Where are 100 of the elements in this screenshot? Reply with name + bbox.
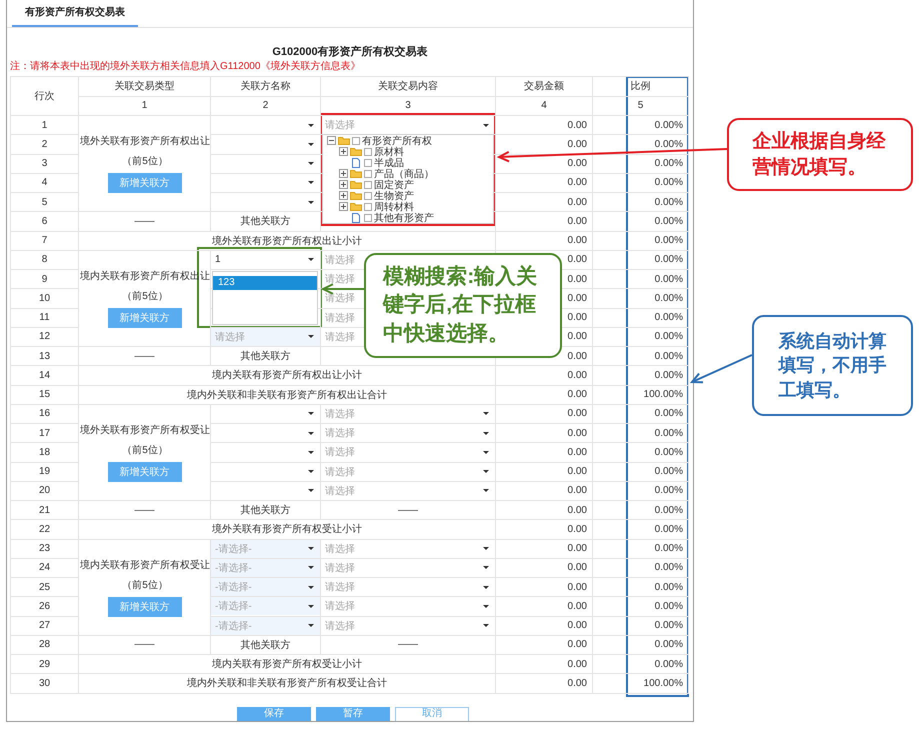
add-party-button[interactable]: 新增关联方 — [108, 173, 182, 194]
action-button[interactable]: 暂存 — [316, 706, 390, 721]
party-name: 其他关联方 — [210, 212, 320, 231]
ratio-cell: 0.00% — [592, 250, 688, 270]
column-header: 行次 — [10, 76, 78, 116]
column-header: 比例 — [592, 76, 688, 96]
row-number: 23 — [10, 539, 78, 558]
content-select[interactable]: 请选择 — [321, 540, 495, 558]
content-select[interactable]: 请选择 — [321, 424, 495, 442]
party-select[interactable]: -请选择- — [211, 597, 320, 616]
content-select[interactable]: 请选择 — [321, 578, 495, 596]
amount-cell: 0.00 — [496, 366, 592, 385]
tree-item-label[interactable]: 生物资产 — [374, 188, 414, 202]
ratio-cell: 0.00% — [592, 558, 688, 578]
amount-cell: 0.00 — [496, 654, 592, 674]
content-select[interactable]: 请选择 — [321, 616, 495, 635]
subtotal-label: 境内外关联和非关联有形资产所有权受让合计 — [78, 674, 496, 693]
add-party-button[interactable]: 新增关联方 — [108, 308, 182, 328]
suggestion-option[interactable]: 123 — [213, 276, 317, 290]
amount-cell: 0.00 — [496, 635, 592, 654]
tree-item-label[interactable]: 原材料 — [374, 144, 404, 158]
ratio-cell: 0.00% — [592, 462, 688, 482]
ratio-cell: 0.00% — [592, 288, 688, 308]
row-number: 17 — [10, 424, 78, 443]
subtotal-label: 境内外关联和非关联有形资产所有权出让合计 — [78, 385, 496, 404]
ratio-cell: 0.00% — [592, 578, 688, 597]
row-number: 13 — [10, 346, 78, 366]
action-button[interactable]: 取消 — [395, 706, 469, 721]
subtotal-label: 境外关联有形资产所有权受让小计 — [78, 520, 496, 539]
subtotal-label: 境内关联有形资产所有权受让小计 — [78, 654, 496, 674]
dash-text: —— — [78, 635, 210, 654]
amount-cell: 0.00 — [496, 578, 592, 597]
row-number: 16 — [10, 404, 78, 424]
ratio-cell: 0.00% — [592, 327, 688, 346]
content-select[interactable]: 请选择 — [321, 558, 495, 577]
party-select[interactable]: 请选择 — [211, 328, 320, 346]
content-select[interactable]: 请选择 — [321, 116, 495, 134]
transaction-type-label: 境外关联有形资产所有权受让（前5位） — [79, 424, 211, 458]
action-button[interactable]: 保存 — [237, 706, 311, 721]
ratio-cell: 0.00% — [592, 442, 688, 462]
ratio-cell: 0.00% — [592, 481, 688, 500]
amount-cell: 0.00 — [496, 462, 592, 482]
row-number: 10 — [10, 288, 78, 308]
content-select[interactable]: 请选择 — [321, 404, 495, 423]
content-select[interactable]: 请选择 — [321, 482, 495, 500]
content-select[interactable]: 请选择 — [321, 462, 495, 481]
add-party-button[interactable]: 新增关联方 — [108, 462, 182, 482]
party-select[interactable]: 1 — [211, 250, 320, 269]
amount-cell: 0.00 — [496, 539, 592, 558]
party-select[interactable]: -请选择- — [211, 616, 320, 635]
amount-cell: 0.00 — [496, 212, 592, 231]
party-name: 其他关联方 — [210, 500, 320, 520]
ratio-cell: 0.00% — [592, 366, 688, 385]
dash-text: —— — [78, 500, 210, 520]
tree-item-label[interactable]: 周转材料 — [374, 200, 414, 214]
amount-cell: 0.00 — [496, 442, 592, 462]
amount-cell: 0.00 — [496, 500, 592, 520]
amount-cell: 0.00 — [496, 154, 592, 174]
ratio-cell: 0.00% — [592, 346, 688, 366]
row-number: 3 — [10, 154, 78, 174]
amount-cell: 0.00 — [496, 116, 592, 135]
row-number: 21 — [10, 500, 78, 520]
ratio-cell: 0.00% — [592, 173, 688, 192]
tree-item-label[interactable]: 产品（商品） — [374, 166, 434, 180]
ratio-cell: 0.00% — [592, 134, 688, 154]
callout-text: 系统自动计算填写，不用手工填写。 — [778, 330, 886, 402]
ratio-cell: 0.00% — [592, 520, 688, 539]
row-number: 18 — [10, 442, 78, 462]
add-party-button[interactable]: 新增关联方 — [108, 596, 182, 617]
party-select[interactable]: -请选择- — [211, 558, 320, 577]
tab[interactable]: 有形资产所有权交易表 — [12, 0, 138, 27]
amount-cell: 0.00 — [496, 558, 592, 578]
ratio-cell: 0.00% — [592, 500, 688, 520]
content-select[interactable]: 请选择 — [321, 597, 495, 616]
party-select[interactable]: -请选择- — [211, 540, 320, 558]
row-number: 22 — [10, 520, 78, 539]
row-number: 1 — [10, 116, 78, 135]
amount-cell: 0.00 — [496, 231, 592, 250]
row-number: 30 — [10, 674, 78, 693]
amount-cell: 0.00 — [496, 596, 592, 616]
tree-item-label[interactable]: 固定资产 — [374, 178, 414, 192]
amount-cell: 0.00 — [496, 404, 592, 424]
column-header: 关联交易类型 — [78, 76, 210, 96]
tree-item-label[interactable]: 半成品 — [374, 156, 404, 170]
row-number: 29 — [10, 654, 78, 674]
ratio-cell: 0.00% — [592, 308, 688, 328]
content-select[interactable]: 请选择 — [321, 443, 495, 462]
amount-cell: 0.00 — [496, 674, 592, 693]
row-number: 14 — [10, 366, 78, 385]
dash-text: —— — [78, 346, 210, 366]
form-title: G102000有形资产所有权交易表 — [271, 44, 429, 60]
amount-cell: 0.00 — [496, 424, 592, 443]
ratio-cell: 0.00% — [592, 539, 688, 558]
row-number: 27 — [10, 616, 78, 636]
ratio-cell: 100.00% — [592, 674, 688, 693]
amount-cell: 0.00 — [496, 481, 592, 500]
transaction-type-label: 境内关联有形资产所有权受让（前5位） — [79, 558, 211, 593]
amount-cell: 0.00 — [496, 192, 592, 212]
party-select[interactable]: -请选择- — [211, 578, 320, 596]
row-number: 5 — [10, 192, 78, 212]
